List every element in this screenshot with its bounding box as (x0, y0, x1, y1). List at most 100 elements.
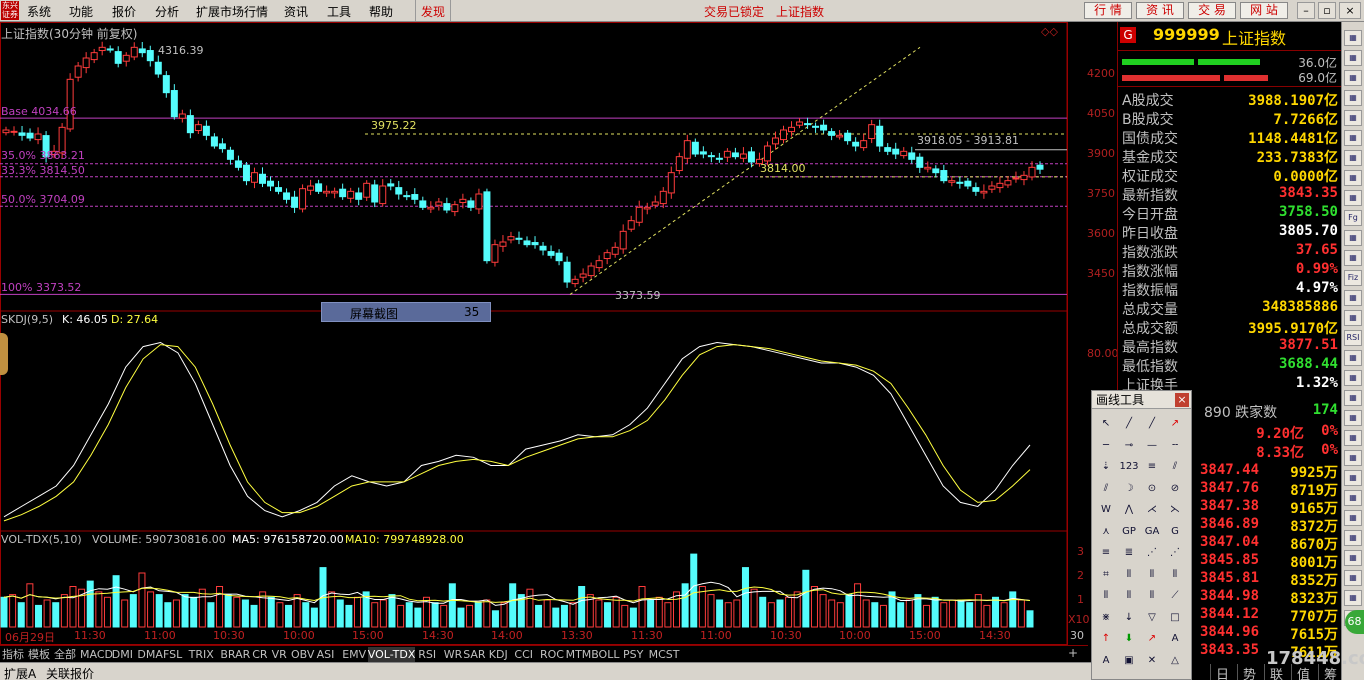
indicator-tab[interactable]: PSY (623, 647, 643, 662)
toolbar-icon[interactable]: ▦ (1344, 230, 1362, 246)
toolbar-icon[interactable]: ▦ (1344, 110, 1362, 126)
indicator-tab[interactable]: SAR (463, 647, 485, 662)
drawtool-icon[interactable]: ≡ (1142, 458, 1162, 476)
drawtool-icon[interactable]: ✕ (1142, 652, 1162, 670)
drawtool-icon[interactable]: ▣ (1119, 652, 1139, 670)
drawtool-icon[interactable]: ⟋ (1165, 587, 1185, 605)
indicator-tab[interactable]: BOLL (591, 647, 619, 662)
drawtool-icon[interactable]: ⌗ (1096, 566, 1116, 584)
drawtool-icon[interactable]: ╌ (1165, 437, 1185, 455)
btn-news[interactable]: 资 讯 (1136, 2, 1184, 19)
chart-corner-icon[interactable]: ◇◇ (1041, 25, 1058, 38)
toolbar-icon[interactable]: ▦ (1344, 150, 1362, 166)
indicator-tab[interactable]: EMV (342, 647, 366, 662)
drawtool-icon[interactable]: G (1165, 523, 1185, 541)
menu-ext-market[interactable]: 扩展市场行情 (196, 3, 268, 20)
indicator-tab[interactable]: 指标 (2, 647, 24, 662)
drawtool-icon[interactable]: ⊘ (1165, 480, 1185, 498)
drawtool-icon[interactable]: A (1096, 652, 1116, 670)
drawtool-icon[interactable]: ≣ (1119, 544, 1139, 562)
indicator-tab[interactable]: CR (252, 647, 267, 662)
toolbar-icon[interactable]: ▦ (1344, 410, 1362, 426)
indicator-tab[interactable]: RSI (418, 647, 436, 662)
drawtool-icon[interactable]: ⦀ (1142, 566, 1162, 584)
drawtool-icon[interactable]: ╱ (1119, 415, 1139, 433)
toolbar-icon[interactable]: Fiz (1344, 270, 1362, 286)
screenshot-button[interactable]: 屏幕截图 35 (321, 302, 491, 322)
minimize-icon[interactable]: – (1297, 2, 1315, 19)
drawtool-icon[interactable]: ⋌ (1142, 501, 1162, 519)
indicator-tab[interactable]: ROC (540, 647, 564, 662)
drawtool-icon[interactable]: ↖ (1096, 415, 1116, 433)
toolbar-icon[interactable]: ▦ (1344, 170, 1362, 186)
toolbar-icon[interactable]: ▦ (1344, 70, 1362, 86)
toolbar-icon[interactable]: ▦ (1344, 190, 1362, 206)
menu-help[interactable]: 帮助 (369, 3, 393, 20)
toolbar-icon[interactable]: ▦ (1344, 490, 1362, 506)
toolbar-icon[interactable]: ▦ (1344, 50, 1362, 66)
drawtool-icon[interactable]: ⫽ (1096, 480, 1116, 498)
drawtool-icon[interactable]: ↗ (1165, 415, 1185, 433)
drawtool-icon[interactable]: ☽ (1119, 480, 1139, 498)
speed-badge[interactable]: 68 (1345, 610, 1364, 634)
indicator-tab[interactable]: FSL (163, 647, 182, 662)
menu-analysis[interactable]: 分析 (155, 3, 179, 20)
quote-bottom-tab[interactable]: 日 (1210, 664, 1234, 680)
indicator-tab[interactable]: TRIX (189, 647, 214, 662)
drawtool-icon[interactable]: ⋏ (1096, 523, 1116, 541)
kline-chart-area[interactable] (0, 22, 1117, 645)
menu-system[interactable]: 系统 (27, 3, 51, 20)
indicator-tab[interactable]: 全部 (54, 647, 76, 662)
toolbar-icon[interactable]: ▦ (1344, 290, 1362, 306)
indicator-tab[interactable]: OBV (291, 647, 314, 662)
drawtool-icon[interactable]: ⊙ (1142, 480, 1162, 498)
add-tab-icon[interactable]: + (1068, 646, 1082, 661)
btn-website[interactable]: 网 站 (1240, 2, 1288, 19)
indicator-tab[interactable]: BRAR (220, 647, 250, 662)
drawtool-icon[interactable]: ⦀ (1119, 587, 1139, 605)
drawtool-icon[interactable]: ⋰ (1165, 544, 1185, 562)
drawtool-icon[interactable]: ▽ (1142, 609, 1162, 627)
toolbar-icon[interactable]: ▦ (1344, 390, 1362, 406)
status-related[interactable]: 关联报价 (46, 665, 94, 680)
toolbar-icon[interactable]: ▦ (1344, 470, 1362, 486)
drawtool-icon[interactable]: — (1142, 437, 1162, 455)
drawtool-icon[interactable]: GA (1142, 523, 1162, 541)
indicator-tab[interactable]: KDJ (489, 647, 508, 662)
toolbar-icon[interactable]: RSI (1344, 330, 1362, 346)
toolbar-icon[interactable]: ▦ (1344, 130, 1362, 146)
drawtool-icon[interactable]: ↓ (1119, 609, 1139, 627)
drawing-tool-palette[interactable]: 画线工具 × ↖ ╱ ╱ ↗ ─ ⊸ — ╌ ⇣ 123 ≡ ⫽ ⫽ ☽ ⊙ ⊘ W ⋀ ⋌ ⋋ ⋏ GP GA G ≡ ≣ ⋰ ⋰ ⌗… (1091, 390, 1192, 680)
toolbar-icon[interactable]: ▦ (1344, 90, 1362, 106)
drawtool-icon[interactable]: ─ (1096, 437, 1116, 455)
indicator-tab[interactable]: DMI (112, 647, 133, 662)
close-icon[interactable]: × (1339, 2, 1361, 19)
menu-tools[interactable]: 工具 (327, 3, 351, 20)
menu-quote[interactable]: 报价 (112, 3, 136, 20)
btn-trade[interactable]: 交 易 (1188, 2, 1236, 19)
toolbar-icon[interactable]: ▦ (1344, 350, 1362, 366)
toolbar-icon[interactable]: ▦ (1344, 30, 1362, 46)
drawtool-icon[interactable]: ⋀ (1119, 501, 1139, 519)
indicator-tab[interactable]: VR (272, 647, 287, 662)
indicator-tab[interactable]: MACD (80, 647, 113, 662)
indicator-tab[interactable]: VOL-TDX (367, 647, 416, 662)
toolbar-icon[interactable]: ▦ (1344, 250, 1362, 266)
drawtool-icon[interactable]: A (1165, 630, 1185, 648)
toolbar-icon[interactable]: ▦ (1344, 550, 1362, 566)
quote-bottom-tab[interactable]: 势 (1237, 664, 1261, 680)
drawtool-icon[interactable]: ≡ (1096, 544, 1116, 562)
drawtool-icon[interactable]: ⬇ (1119, 630, 1139, 648)
toolbar-icon[interactable]: ▦ (1344, 570, 1362, 586)
restore-icon[interactable]: ▫ (1318, 2, 1336, 19)
indicator-tab[interactable]: CCI (514, 647, 533, 662)
drawtool-icon[interactable]: ⫽ (1165, 458, 1185, 476)
drawtool-icon[interactable]: ⇣ (1096, 458, 1116, 476)
indicator-tab[interactable]: DMA (137, 647, 163, 662)
indicator-tab[interactable]: 模板 (28, 647, 50, 662)
btn-market[interactable]: 行 情 (1084, 2, 1132, 19)
drawtool-icon[interactable]: ⋇ (1096, 609, 1116, 627)
drawtool-icon[interactable]: 123 (1119, 458, 1139, 476)
indicator-tab[interactable]: MCST (649, 647, 680, 662)
drawtool-icon[interactable]: □ (1165, 609, 1185, 627)
